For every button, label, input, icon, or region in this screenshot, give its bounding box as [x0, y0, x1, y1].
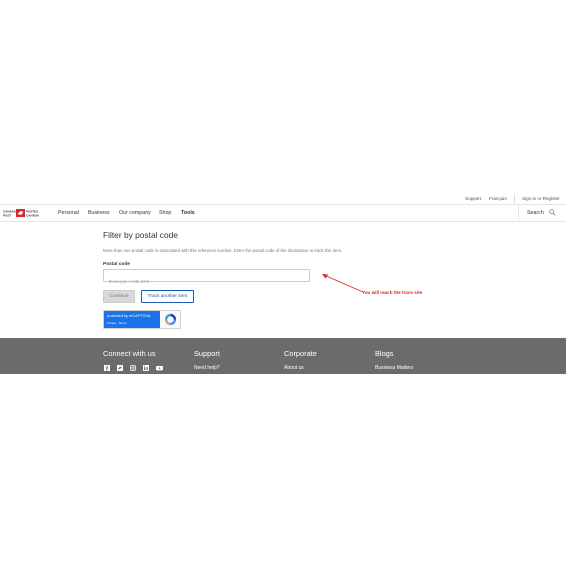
postal-code-field[interactable] [103, 269, 310, 288]
page-description: More than one postal code is associated … [103, 248, 343, 253]
annotation-arrow [322, 274, 364, 293]
nav-business[interactable]: Business [88, 210, 110, 216]
footer-link-need-help[interactable]: Need help? [194, 365, 220, 371]
sign-in-link[interactable]: Sign in or Register [522, 196, 560, 201]
recaptcha-panel: protected by reCAPTCHA Privacy - Terms [104, 311, 160, 328]
utility-divider [514, 194, 515, 203]
footer-heading-corporate: Corporate [284, 349, 317, 358]
recaptcha-links[interactable]: Privacy - Terms [107, 321, 126, 325]
instagram-icon[interactable] [130, 365, 136, 371]
footer-link-business-matters[interactable]: Business Matters [375, 365, 413, 371]
recaptcha-logo-icon [164, 313, 177, 326]
svg-text:POST: POST [3, 214, 11, 218]
nav-shop[interactable]: Shop [159, 210, 171, 216]
postal-code-label: Postal code [103, 262, 130, 267]
nav-personal[interactable]: Personal [58, 210, 79, 216]
linkedin-icon[interactable] [143, 365, 149, 371]
site-footer: Connect with us Support Need help? Corpo… [0, 338, 566, 374]
twitter-icon[interactable] [117, 365, 123, 371]
recaptcha-text: protected by reCAPTCHA [107, 314, 151, 318]
footer-link-about-us[interactable]: About us [284, 365, 304, 371]
nav-our-company[interactable]: Our company [119, 210, 151, 216]
recaptcha-badge[interactable]: protected by reCAPTCHA Privacy - Terms [103, 310, 181, 329]
main-nav: CANADA POST POSTES CANADA Personal Busin… [0, 204, 566, 222]
francais-link[interactable]: Français [489, 196, 507, 201]
postal-code-input[interactable] [104, 277, 309, 288]
svg-text:CANADA: CANADA [26, 214, 40, 218]
footer-heading-support: Support [194, 349, 220, 358]
page-title: Filter by postal code [103, 230, 178, 240]
continue-button[interactable]: Continue [103, 290, 135, 303]
footer-heading-blogs: Blogs [375, 349, 394, 358]
youtube-icon[interactable] [156, 365, 163, 371]
canada-post-logo[interactable]: CANADA POST POSTES CANADA [3, 209, 43, 217]
footer-heading-connect: Connect with us [103, 349, 156, 358]
nav-tools[interactable]: Tools [181, 210, 195, 216]
facebook-icon[interactable] [104, 365, 110, 371]
search-button[interactable]: Search [518, 205, 566, 220]
annotation-text: You will reach the trace site [362, 290, 423, 295]
search-label: Search [527, 210, 544, 216]
support-link[interactable]: Support [465, 196, 481, 201]
search-icon [549, 209, 556, 216]
track-another-item-button[interactable]: Track another item [141, 290, 194, 303]
